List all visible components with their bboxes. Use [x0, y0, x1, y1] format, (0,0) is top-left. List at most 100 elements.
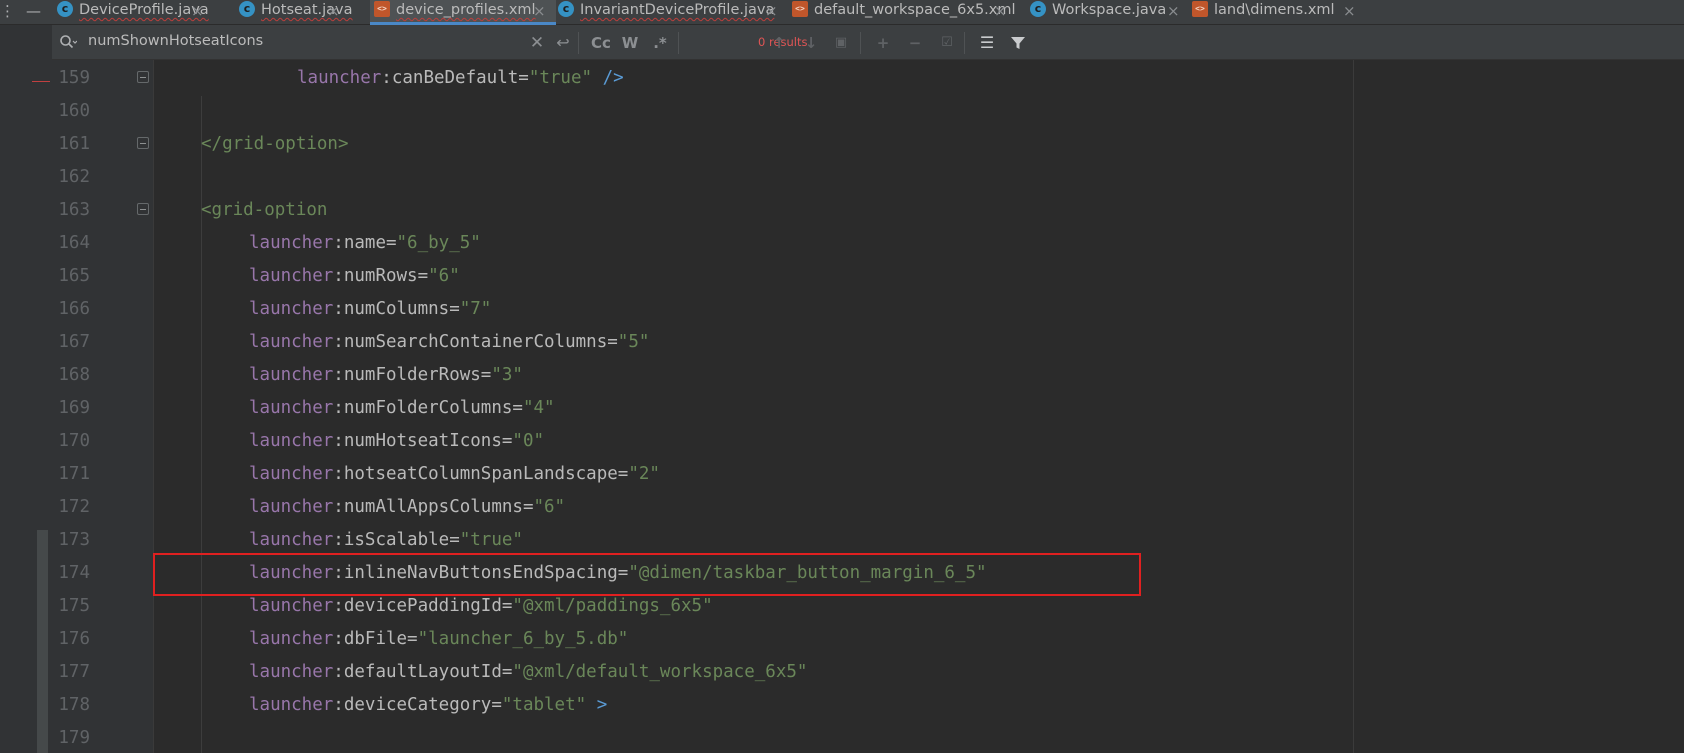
- code-token: launcher: [249, 629, 334, 649]
- code-token: "true": [528, 68, 593, 88]
- search-icon[interactable]: [59, 34, 78, 50]
- tab-workspace-java[interactable]: c Workspace.java ×: [1026, 0, 1191, 25]
- code-line[interactable]: launcher:numSearchContainerColumns="5": [249, 326, 649, 358]
- fold-marker-icon[interactable]: [137, 137, 149, 149]
- code-token: :deviceCategory=: [333, 695, 502, 715]
- xml-file-icon: <>: [1192, 1, 1208, 17]
- words-button[interactable]: W: [620, 33, 640, 53]
- code-line[interactable]: launcher:canBeDefault="true" />: [297, 62, 624, 94]
- select-all-occurrences-icon[interactable]: ▣: [832, 33, 850, 53]
- code-token: launcher: [249, 266, 334, 286]
- previous-occurrence-icon[interactable]: ↑: [770, 33, 788, 53]
- code-token: "launcher_6_by_5.db": [417, 629, 629, 649]
- collapse-icon[interactable]: —: [26, 0, 41, 25]
- select-all-icon[interactable]: ☑: [936, 33, 958, 53]
- code-token: launcher: [249, 431, 334, 451]
- code-token: :canBeDefault=: [381, 68, 529, 88]
- code-token: :numColumns=: [333, 299, 460, 319]
- tab-deviceprofile-java[interactable]: c DeviceProfile.java ×: [53, 0, 213, 25]
- tab-hotseat-java[interactable]: c Hotseat.java ×: [235, 0, 353, 25]
- code-line[interactable]: launcher:numFolderColumns="4": [249, 392, 555, 424]
- code-line[interactable]: launcher:numFolderRows="3": [249, 359, 523, 391]
- code-token: "true": [459, 530, 523, 550]
- code-token: launcher: [249, 662, 334, 682]
- fold-marker-icon[interactable]: [137, 71, 149, 83]
- line-number: 159: [58, 68, 90, 88]
- line-number: 169: [58, 398, 90, 418]
- new-line-icon[interactable]: ↩: [554, 33, 572, 53]
- code-token: "7": [459, 299, 492, 319]
- line-number: 177: [58, 662, 90, 682]
- code-token: :isScalable=: [333, 530, 460, 550]
- divider: [578, 32, 579, 54]
- filter-search-results-icon[interactable]: ☰: [976, 33, 998, 53]
- tab-label: default_workspace_6x5.xml: [814, 2, 1016, 18]
- tab-scroll-left-icon[interactable]: ⋮: [0, 0, 15, 25]
- code-line[interactable]: launcher:numColumns="7": [249, 293, 491, 325]
- code-token: :name=: [333, 233, 397, 253]
- java-class-icon: c: [57, 1, 73, 17]
- add-selection-icon[interactable]: +: [872, 33, 894, 53]
- tab-land-dimens-xml[interactable]: <> land\dimens.xml ×: [1188, 0, 1364, 25]
- close-tab-icon[interactable]: ×: [765, 1, 778, 21]
- line-number: 160: [58, 101, 90, 121]
- code-line[interactable]: launcher:dbFile="launcher_6_by_5.db": [249, 623, 628, 655]
- close-tab-icon[interactable]: ×: [994, 1, 1007, 21]
- code-token: "6_by_5": [396, 233, 481, 253]
- code-token: "6": [428, 266, 460, 286]
- fold-marker-icon[interactable]: [137, 203, 149, 215]
- code-token: launcher: [249, 299, 334, 319]
- code-token: :hotseatColumnSpanLandscape=: [333, 464, 629, 484]
- code-token: launcher: [249, 464, 334, 484]
- line-number: 172: [58, 497, 90, 517]
- close-tab-icon[interactable]: ×: [1343, 1, 1356, 21]
- close-tab-icon[interactable]: ×: [191, 1, 204, 21]
- tab-device-profiles-xml[interactable]: <> device_profiles.xml ×: [370, 0, 556, 25]
- close-tab-icon[interactable]: ×: [1167, 1, 1180, 21]
- divider: [964, 32, 965, 54]
- line-number: 165: [58, 266, 90, 286]
- code-line[interactable]: launcher:name="6_by_5": [249, 227, 481, 259]
- code-line[interactable]: launcher:defaultLayoutId="@xml/default_w…: [249, 656, 807, 688]
- code-token: >: [586, 695, 608, 715]
- search-input[interactable]: numShownHotseatIcons: [88, 33, 263, 49]
- tab-label: DeviceProfile.java: [79, 2, 209, 18]
- code-token: "tablet": [501, 695, 587, 715]
- code-line[interactable]: launcher:numRows="6": [249, 260, 460, 292]
- match-case-button[interactable]: Cc: [590, 33, 612, 53]
- code-line[interactable]: </grid-option>: [201, 128, 349, 160]
- line-number: 167: [58, 332, 90, 352]
- code-token: <grid-option: [201, 200, 328, 220]
- remove-selection-icon[interactable]: −: [904, 33, 926, 53]
- code-line[interactable]: launcher:hotseatColumnSpanLandscape="2": [249, 458, 660, 490]
- code-line[interactable]: launcher:numAllAppsColumns="6": [249, 491, 565, 523]
- code-token: launcher: [249, 398, 334, 418]
- scrollbar[interactable]: [37, 530, 48, 753]
- line-number: 174: [58, 563, 90, 583]
- regex-button[interactable]: .*: [650, 33, 670, 53]
- xml-file-icon: <>: [792, 1, 808, 17]
- left-tool-strip: [0, 25, 52, 753]
- filter-icon[interactable]: [1008, 33, 1028, 53]
- tab-invariantdeviceprofile-java[interactable]: c InvariantDeviceProfile.java ×: [554, 0, 789, 25]
- code-line[interactable]: <grid-option: [201, 194, 327, 226]
- code-token: </grid-option>: [201, 134, 349, 154]
- tab-default-workspace-6x5-xml[interactable]: <> default_workspace_6x5.xml ×: [788, 0, 1016, 25]
- clear-search-icon[interactable]: ✕: [528, 33, 546, 53]
- java-class-icon: c: [1030, 1, 1046, 17]
- code-line[interactable]: launcher:deviceCategory="tablet" >: [249, 689, 607, 721]
- code-token: "5": [617, 332, 650, 352]
- code-token: :numSearchContainerColumns=: [333, 332, 618, 352]
- code-line[interactable]: launcher:isScalable="true": [249, 524, 523, 556]
- close-tab-icon[interactable]: ×: [327, 1, 340, 21]
- next-occurrence-icon[interactable]: ↓: [802, 33, 820, 53]
- code-token: launcher: [297, 68, 382, 88]
- code-token: launcher: [249, 233, 334, 253]
- close-tab-icon[interactable]: ×: [533, 1, 546, 21]
- code-token: :numAllAppsColumns=: [333, 497, 534, 517]
- code-token: launcher: [249, 596, 334, 616]
- code-token: :numFolderRows=: [333, 365, 492, 385]
- code-line[interactable]: launcher:numHotseatIcons="0": [249, 425, 544, 457]
- divider: [678, 32, 679, 54]
- code-token: :numFolderColumns=: [333, 398, 523, 418]
